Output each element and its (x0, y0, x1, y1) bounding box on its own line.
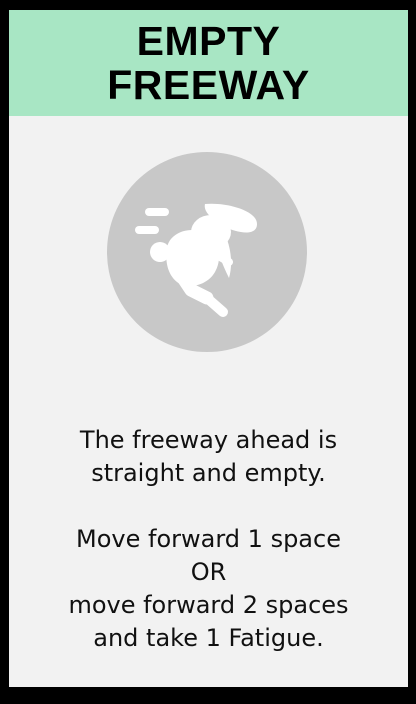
description-line-1: The freeway ahead is (79, 426, 338, 454)
effect-line-3: move forward 2 spaces (68, 591, 349, 619)
card-header: EMPTY FREEWAY (9, 10, 408, 116)
card-text: The freeway ahead is straight and empty.… (9, 424, 408, 655)
effect-line-4: and take 1 Fatigue. (93, 624, 324, 652)
event-card: EMPTY FREEWAY The freeway ahead is strai… (9, 10, 408, 687)
running-rabbit-icon (135, 203, 257, 317)
card-title-line-2: FREEWAY (107, 62, 310, 108)
card-title-line-1: EMPTY (136, 18, 281, 64)
effect-line-2: OR (190, 558, 227, 586)
icon-badge (107, 152, 307, 352)
description-line-2: straight and empty. (91, 459, 326, 487)
effect-line-1: Move forward 1 space (76, 525, 341, 553)
text-spacer (9, 490, 408, 523)
